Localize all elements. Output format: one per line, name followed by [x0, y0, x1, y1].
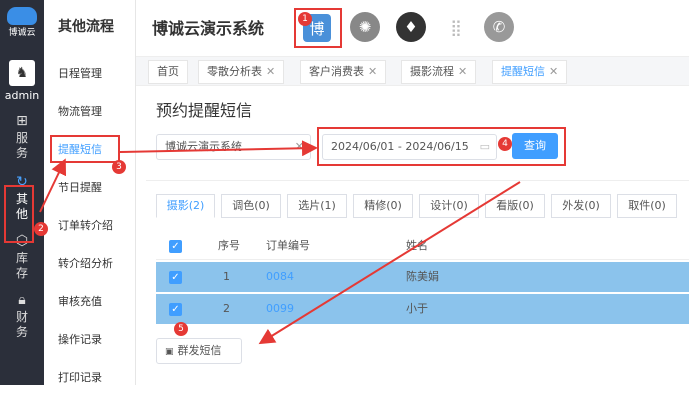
- step-badge-5: 5: [174, 322, 188, 336]
- arrow-to-batch: [258, 181, 521, 345]
- step-badge-3: 3: [112, 160, 126, 174]
- arrow-to-menu: [39, 158, 67, 213]
- step-badge-1: 1: [298, 12, 312, 26]
- step-badge-4: 4: [498, 137, 512, 151]
- arrow-to-daterange: [119, 140, 318, 157]
- annotation-arrows: [39, 140, 521, 345]
- step-badge-2: 2: [34, 222, 48, 236]
